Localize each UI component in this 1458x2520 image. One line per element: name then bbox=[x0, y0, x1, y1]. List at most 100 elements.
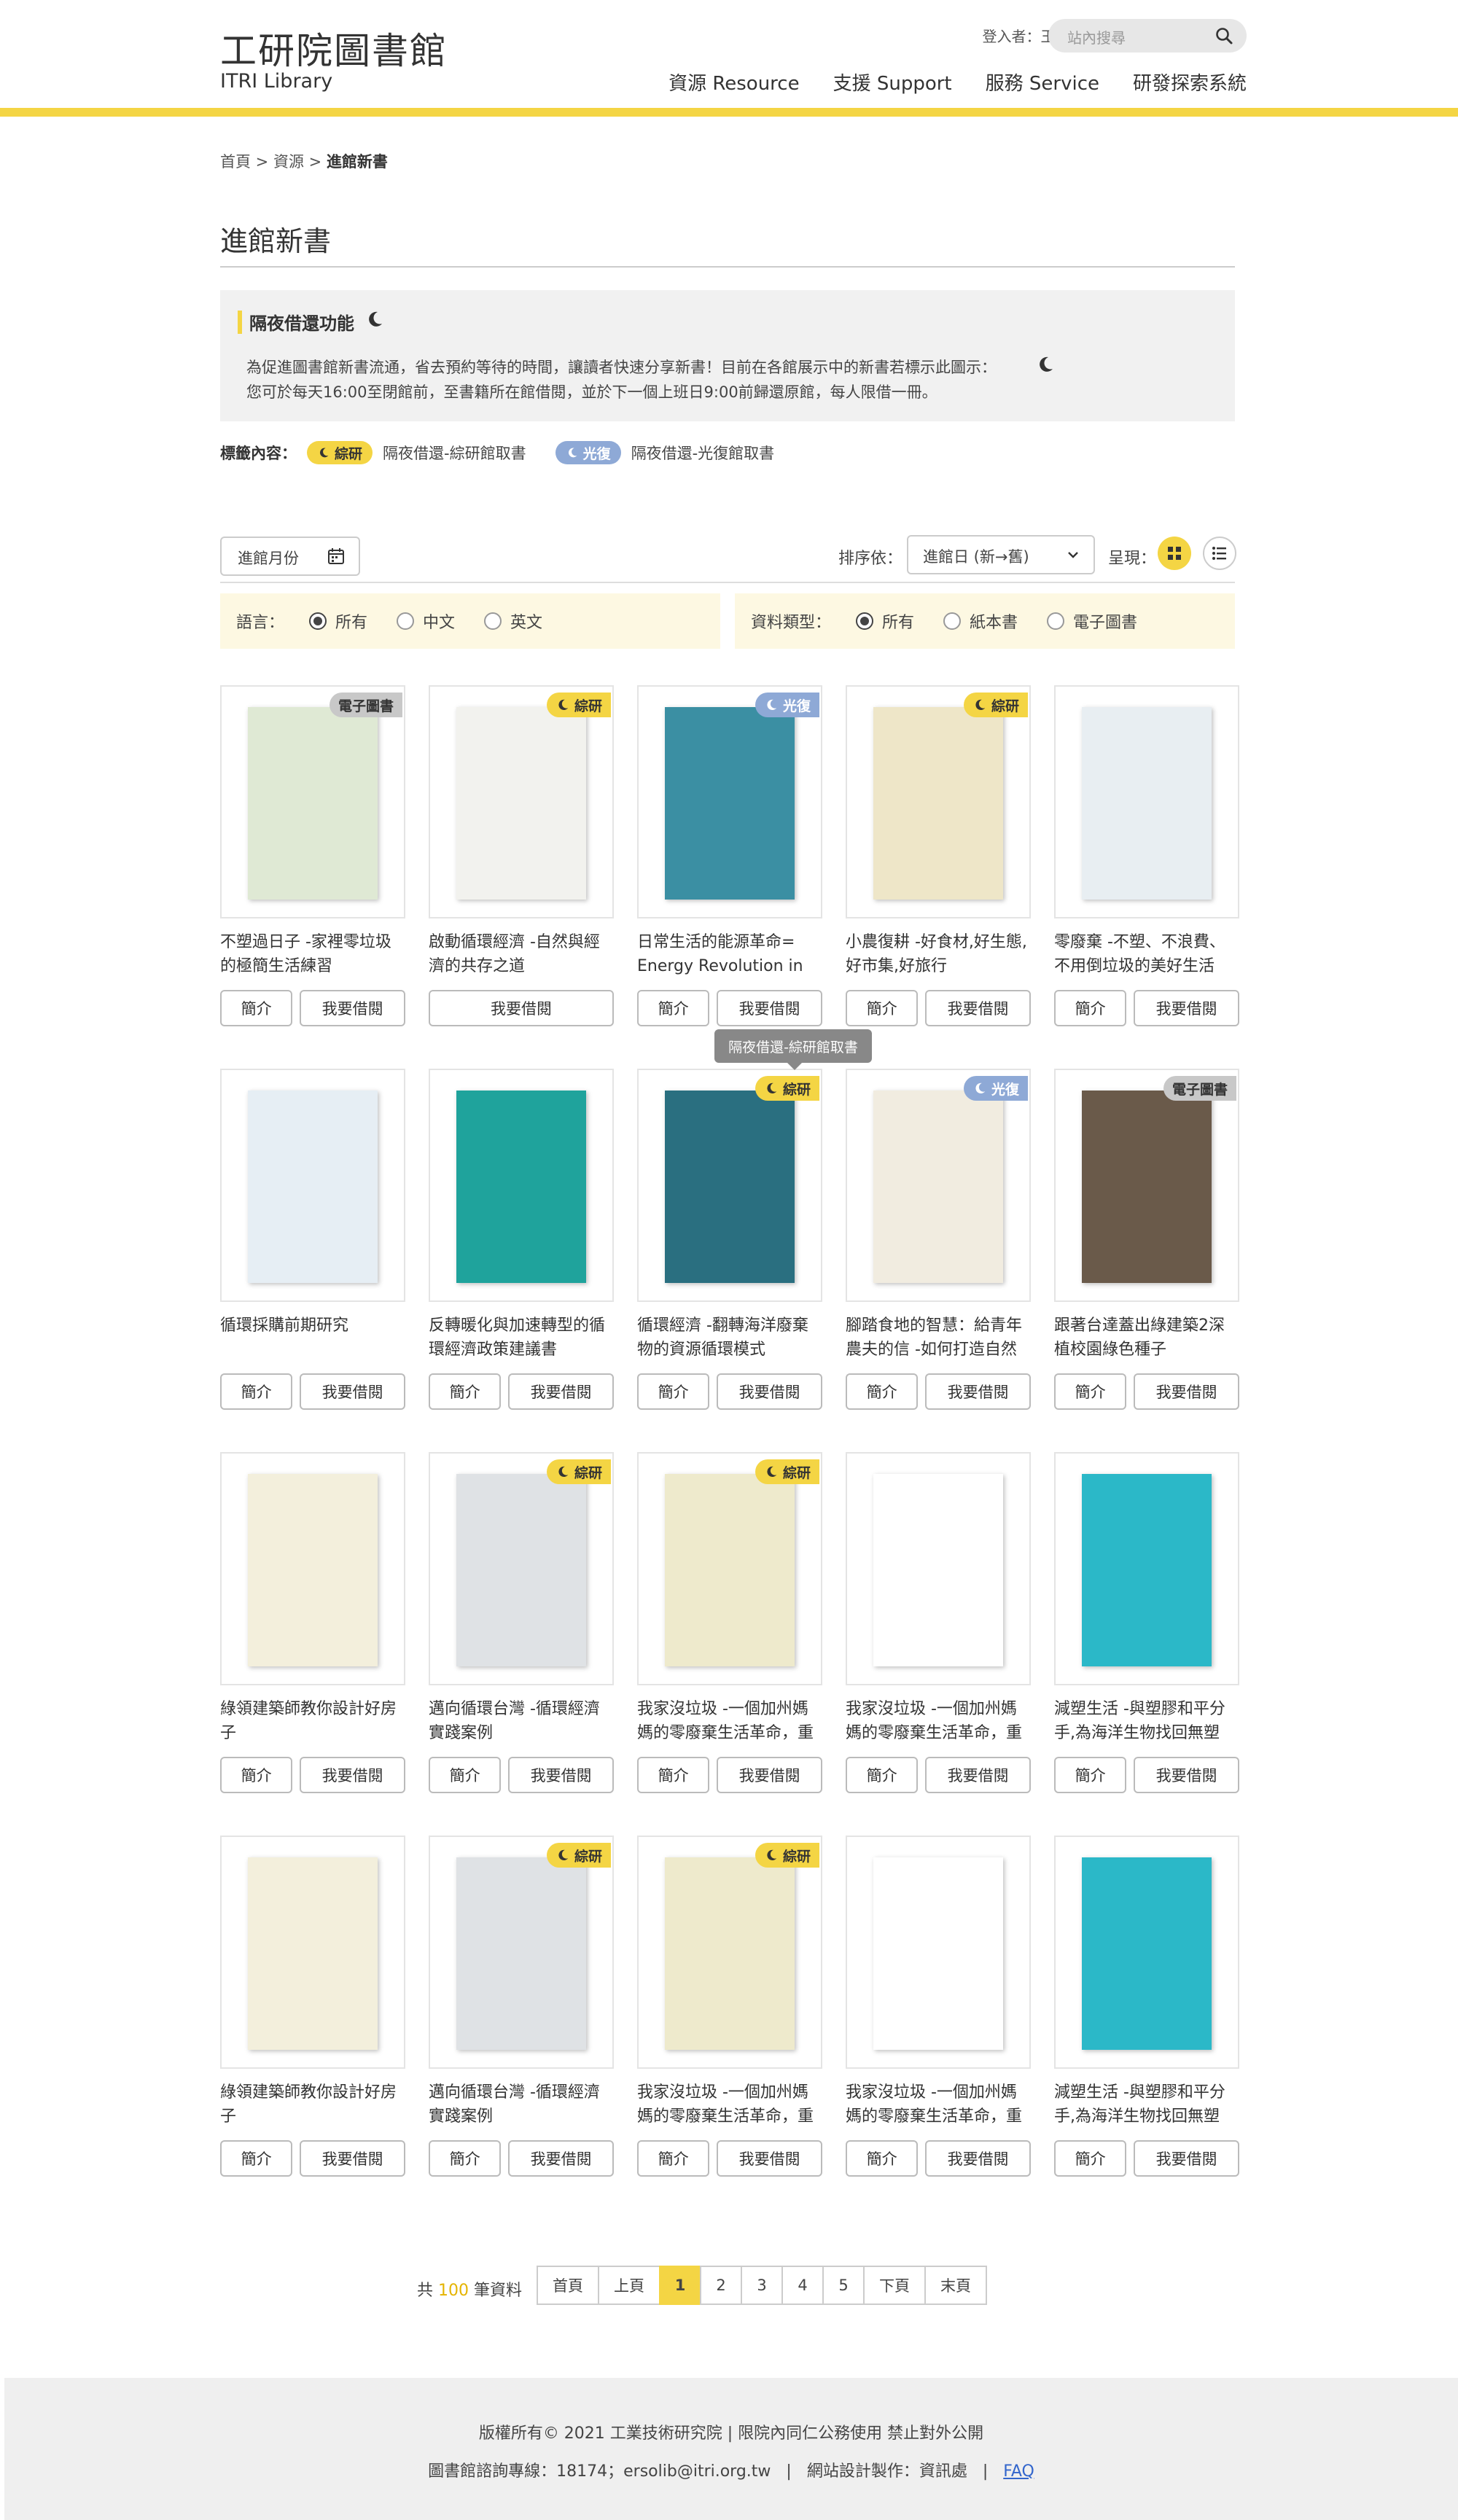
book-title[interactable]: 循環採購前期研究 bbox=[220, 1314, 405, 1362]
book-title[interactable]: 我家沒垃圾 -一個加州媽媽的零廢棄生活革命，重 bbox=[846, 1697, 1031, 1745]
book-cover[interactable]: 光復 bbox=[846, 1069, 1031, 1302]
borrow-button[interactable]: 我要借閱 bbox=[300, 990, 405, 1026]
intro-button[interactable]: 簡介 bbox=[1054, 2140, 1127, 2177]
borrow-button[interactable]: 我要借閱 bbox=[925, 990, 1031, 1026]
book-cover[interactable] bbox=[1054, 1836, 1239, 2069]
radio-dot[interactable] bbox=[943, 612, 962, 630]
book-title[interactable]: 減塑生活 -與塑膠和平分手,為海洋生物找回無塑 bbox=[1054, 1697, 1239, 1745]
book-cover[interactable]: 綜研 bbox=[429, 1452, 614, 1685]
language-chinese-radio[interactable]: 中文 bbox=[397, 609, 455, 633]
page-next[interactable]: 下頁 bbox=[863, 2266, 926, 2305]
intro-button[interactable]: 簡介 bbox=[429, 1757, 502, 1793]
page-first[interactable]: 首頁 bbox=[537, 2266, 599, 2305]
book-cover[interactable]: 電子圖書 bbox=[1054, 1069, 1239, 1302]
book-cover[interactable]: 綜研 bbox=[429, 685, 614, 918]
book-title[interactable]: 腳踏食地的智慧：給青年農夫的信 -如何打造自然 bbox=[846, 1314, 1031, 1362]
nav-support[interactable]: 支援 Support bbox=[833, 69, 952, 95]
book-title[interactable]: 我家沒垃圾 -一個加州媽媽的零廢棄生活革命，重 bbox=[846, 2080, 1031, 2129]
radio-dot[interactable] bbox=[856, 612, 874, 630]
page-number[interactable]: 2 bbox=[700, 2266, 742, 2305]
book-cover[interactable] bbox=[220, 1836, 405, 2069]
intro-button[interactable]: 簡介 bbox=[1054, 990, 1127, 1026]
grid-view-button[interactable] bbox=[1158, 537, 1191, 570]
site-title[interactable]: 工研院圖書館 bbox=[220, 22, 448, 74]
book-title[interactable]: 日常生活的能源革命= Energy Revolution in Daily Li… bbox=[637, 930, 822, 978]
borrow-button[interactable]: 我要借閱 bbox=[300, 1373, 405, 1410]
book-title[interactable]: 啟動循環經濟 -自然與經濟的共存之道 bbox=[429, 930, 614, 978]
borrow-button[interactable]: 我要借閱 bbox=[717, 1373, 822, 1410]
borrow-button[interactable]: 我要借閱 bbox=[717, 2140, 822, 2177]
book-title[interactable]: 我家沒垃圾 -一個加州媽媽的零廢棄生活革命，重 bbox=[637, 2080, 822, 2129]
borrow-button[interactable]: 我要借閱 bbox=[717, 1757, 822, 1793]
intro-button[interactable]: 簡介 bbox=[220, 2140, 293, 2177]
book-title[interactable]: 我家沒垃圾 -一個加州媽媽的零廢棄生活革命，重 bbox=[637, 1697, 822, 1745]
book-title[interactable]: 零廢棄 -不塑、不浪費、不用倒垃圾的美好生活 bbox=[1054, 930, 1239, 978]
radio-dot[interactable] bbox=[1047, 612, 1065, 630]
intro-button[interactable]: 簡介 bbox=[846, 1757, 919, 1793]
search-icon[interactable] bbox=[1215, 26, 1233, 45]
borrow-button[interactable]: 我要借閱 bbox=[429, 990, 614, 1026]
intro-button[interactable]: 簡介 bbox=[637, 1373, 710, 1410]
book-cover[interactable] bbox=[1054, 1452, 1239, 1685]
borrow-button[interactable]: 我要借閱 bbox=[1134, 1757, 1239, 1793]
book-title[interactable]: 綠領建築師教你設計好房子 bbox=[220, 1697, 405, 1745]
intro-button[interactable]: 簡介 bbox=[1054, 1757, 1127, 1793]
language-all-radio[interactable]: 所有 bbox=[309, 609, 367, 633]
language-english-radio[interactable]: 英文 bbox=[484, 609, 542, 633]
intro-button[interactable]: 簡介 bbox=[637, 2140, 710, 2177]
book-title[interactable]: 小農復耕 -好食材,好生態,好市集,好旅行 bbox=[846, 930, 1031, 978]
borrow-button[interactable]: 我要借閱 bbox=[925, 2140, 1031, 2177]
book-title[interactable]: 綠領建築師教你設計好房子 bbox=[220, 2080, 405, 2129]
book-cover[interactable]: 綜研 bbox=[637, 1836, 822, 2069]
book-title[interactable]: 邁向循環台灣 -循環經濟實踐案例 bbox=[429, 2080, 614, 2129]
intro-button[interactable]: 簡介 bbox=[220, 1373, 293, 1410]
nav-resource[interactable]: 資源 Resource bbox=[668, 69, 800, 95]
nav-service[interactable]: 服務 Service bbox=[986, 69, 1099, 95]
breadcrumb-home[interactable]: 首頁 bbox=[220, 153, 251, 171]
intro-button[interactable]: 簡介 bbox=[846, 2140, 919, 2177]
page-prev[interactable]: 上頁 bbox=[598, 2266, 660, 2305]
book-title[interactable]: 減塑生活 -與塑膠和平分手,為海洋生物找回無塑 bbox=[1054, 2080, 1239, 2129]
borrow-button[interactable]: 我要借閱 bbox=[717, 990, 822, 1026]
book-cover[interactable] bbox=[1054, 685, 1239, 918]
book-cover[interactable]: 光復 bbox=[637, 685, 822, 918]
book-cover[interactable] bbox=[846, 1836, 1031, 2069]
book-cover[interactable] bbox=[846, 1452, 1031, 1685]
borrow-button[interactable]: 我要借閱 bbox=[1134, 990, 1239, 1026]
radio-dot[interactable] bbox=[309, 612, 327, 630]
book-title[interactable]: 跟著台達蓋出綠建築2深植校園綠色種子 bbox=[1054, 1314, 1239, 1362]
breadcrumb-resource[interactable]: 資源 bbox=[273, 153, 304, 171]
borrow-button[interactable]: 我要借閱 bbox=[1134, 1373, 1239, 1410]
book-cover[interactable]: 綜研 bbox=[637, 1452, 822, 1685]
list-view-button[interactable] bbox=[1203, 537, 1236, 570]
sort-select[interactable]: 進館日 (新→舊) bbox=[907, 535, 1095, 574]
page-number[interactable]: 4 bbox=[781, 2266, 824, 2305]
book-cover[interactable] bbox=[220, 1069, 405, 1302]
intro-button[interactable]: 簡介 bbox=[1054, 1373, 1127, 1410]
page-number[interactable]: 5 bbox=[822, 2266, 865, 2305]
nav-research[interactable]: 研發探索系統 bbox=[1133, 69, 1247, 95]
borrow-button[interactable]: 我要借閱 bbox=[300, 2140, 405, 2177]
book-title[interactable]: 反轉暖化與加速轉型的循環經濟政策建議書 bbox=[429, 1314, 614, 1362]
book-cover[interactable]: 電子圖書 bbox=[220, 685, 405, 918]
intro-button[interactable]: 簡介 bbox=[637, 1757, 710, 1793]
radio-dot[interactable] bbox=[397, 612, 415, 630]
borrow-button[interactable]: 我要借閱 bbox=[300, 1757, 405, 1793]
type-print-radio[interactable]: 紙本書 bbox=[943, 609, 1018, 633]
borrow-button[interactable]: 我要借閱 bbox=[1134, 2140, 1239, 2177]
borrow-button[interactable]: 我要借閱 bbox=[508, 2140, 614, 2177]
type-all-radio[interactable]: 所有 bbox=[856, 609, 914, 633]
book-title[interactable]: 不塑過日子 -家裡零垃圾的極簡生活練習 bbox=[220, 930, 405, 978]
book-title[interactable]: 循環經濟 -翻轉海洋廢棄物的資源循環模式 bbox=[637, 1314, 822, 1362]
radio-dot[interactable] bbox=[484, 612, 502, 630]
intro-button[interactable]: 簡介 bbox=[637, 990, 710, 1026]
intro-button[interactable]: 簡介 bbox=[846, 990, 919, 1026]
page-last[interactable]: 末頁 bbox=[924, 2266, 987, 2305]
intro-button[interactable]: 簡介 bbox=[429, 2140, 502, 2177]
book-cover[interactable]: 綜研 bbox=[637, 1069, 822, 1302]
type-ebook-radio[interactable]: 電子圖書 bbox=[1047, 609, 1137, 633]
page-number[interactable]: 3 bbox=[741, 2266, 783, 2305]
borrow-button[interactable]: 我要借閱 bbox=[508, 1757, 614, 1793]
book-cover[interactable] bbox=[429, 1069, 614, 1302]
intro-button[interactable]: 簡介 bbox=[429, 1373, 502, 1410]
